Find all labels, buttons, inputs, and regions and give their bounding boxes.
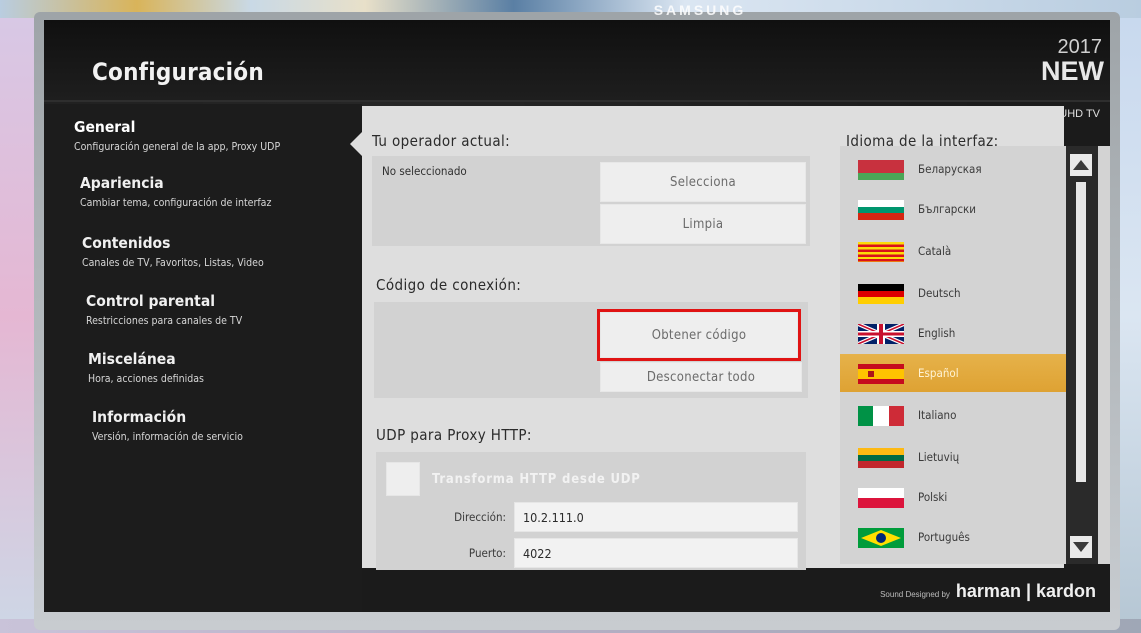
- language-label: Deutsch: [918, 286, 961, 300]
- scrollbar-thumb[interactable]: [1076, 182, 1086, 482]
- arrow-down-icon: [1073, 542, 1089, 552]
- language-label: Português: [918, 530, 970, 544]
- sidebar-item-label: Información: [92, 408, 187, 426]
- sidebar-item-contenidos[interactable]: Contenidos Canales de TV, Favoritos, Lis…: [82, 234, 264, 269]
- sidebar-item-desc: Hora, acciones definidas: [88, 373, 204, 385]
- transform-http-label: Transforma HTTP desde UDP: [432, 472, 641, 487]
- language-item-polish[interactable]: Polski: [840, 478, 1066, 516]
- scroll-up-button[interactable]: [1070, 154, 1092, 176]
- arrow-up-icon: [1073, 160, 1089, 170]
- operator-status: No seleccionado: [382, 164, 467, 178]
- language-label: Català: [918, 244, 952, 258]
- address-label: Dirección:: [454, 510, 506, 524]
- badge-uhd: UHD TV: [1059, 108, 1100, 120]
- operator-section-title: Tu operador actual:: [372, 132, 511, 150]
- language-label: Italiano: [918, 408, 957, 422]
- sidebar-item-informacion[interactable]: Información Versión, información de serv…: [92, 408, 243, 443]
- sidebar-item-general[interactable]: General Configuración general de la app,…: [74, 118, 280, 153]
- connection-section-title: Código de conexión:: [376, 276, 522, 294]
- brand-footer: Sound Designed by harman | kardon: [880, 581, 1096, 602]
- language-item-german[interactable]: Deutsch: [840, 274, 1066, 312]
- sidebar-item-label: Apariencia: [80, 174, 164, 192]
- sidebar-item-miscelanea[interactable]: Miscelánea Hora, acciones definidas: [88, 350, 204, 385]
- language-label: Беларуская: [918, 162, 982, 176]
- language-item-belarusian[interactable]: Беларуская: [840, 150, 1066, 188]
- language-label: Български: [918, 202, 977, 216]
- sidebar-item-desc: Restricciones para canales de TV: [86, 315, 243, 327]
- language-label: Polski: [918, 490, 948, 504]
- language-scrollbar[interactable]: [1066, 146, 1098, 564]
- sidebar: General Configuración general de la app,…: [44, 104, 362, 612]
- scroll-down-button[interactable]: [1070, 536, 1092, 558]
- get-code-button[interactable]: Obtener código: [597, 309, 801, 361]
- language-item-catalan[interactable]: Català: [840, 232, 1066, 270]
- udp-section: Transforma HTTP desde UDP Dirección: 10.…: [376, 452, 806, 570]
- poland-flag-icon: [858, 488, 904, 508]
- brand-footer-small: Sound Designed by: [880, 590, 950, 599]
- transform-http-checkbox[interactable]: [386, 462, 420, 496]
- uk-flag-icon: [858, 324, 904, 344]
- sidebar-item-label: Miscelánea: [88, 350, 176, 368]
- udp-section-title: UDP para Proxy HTTP:: [376, 426, 532, 444]
- address-input[interactable]: 10.2.111.0: [514, 502, 798, 532]
- language-list: Беларуская Български Català Deutsch Engl…: [840, 146, 1110, 564]
- connection-section: Obtener código Desconectar todo: [374, 302, 808, 398]
- belarus-flag-icon: [858, 160, 904, 180]
- brazil-flag-icon: [858, 528, 904, 548]
- disconnect-all-button[interactable]: Desconectar todo: [600, 362, 802, 392]
- operator-section: No seleccionado Selecciona Limpia: [372, 156, 810, 246]
- page-title: Configuración: [92, 58, 264, 86]
- bulgaria-flag-icon: [858, 200, 904, 220]
- language-label: Lietuvių: [918, 450, 960, 464]
- brand-footer-logo: harman | kardon: [955, 581, 1096, 601]
- italy-flag-icon: [858, 406, 904, 426]
- port-label: Puerto:: [468, 546, 506, 560]
- sidebar-item-desc: Versión, información de servicio: [92, 431, 243, 443]
- sidebar-item-control-parental[interactable]: Control parental Restricciones para cana…: [86, 292, 242, 327]
- language-item-spanish[interactable]: Español: [840, 354, 1066, 392]
- language-item-italian[interactable]: Italiano: [840, 396, 1066, 434]
- language-label: English: [918, 326, 956, 340]
- sidebar-item-desc: Canales de TV, Favoritos, Listas, Video: [82, 257, 264, 269]
- catalonia-flag-icon: [858, 242, 904, 262]
- sidebar-item-label: Contenidos: [82, 234, 171, 252]
- sidebar-item-desc: Cambiar tema, configuración de interfaz: [80, 197, 272, 209]
- tv-screen: Configuración 2017 NEW UHD TV General Co…: [44, 20, 1110, 612]
- sidebar-item-label: General: [74, 118, 136, 136]
- spain-flag-icon: [858, 364, 904, 384]
- clear-operator-button[interactable]: Limpia: [600, 204, 806, 244]
- badge-new: NEW: [1041, 56, 1104, 86]
- sidebar-item-label: Control parental: [86, 292, 216, 310]
- app-header: Configuración 2017 NEW: [44, 20, 1110, 102]
- selection-pointer: [350, 132, 362, 156]
- sidebar-item-desc: Configuración general de la app, Proxy U…: [74, 141, 281, 153]
- language-item-english[interactable]: English: [840, 314, 1066, 352]
- language-item-bulgarian[interactable]: Български: [840, 190, 1066, 228]
- language-label: Español: [918, 366, 959, 380]
- lithuania-flag-icon: [858, 448, 904, 468]
- select-operator-button[interactable]: Selecciona: [600, 162, 806, 202]
- language-item-lithuanian[interactable]: Lietuvių: [840, 438, 1066, 476]
- language-item-portuguese[interactable]: Português: [840, 518, 1066, 556]
- tv-maker-logo: SAMSUNG: [653, 2, 747, 18]
- germany-flag-icon: [858, 284, 904, 304]
- sidebar-item-apariencia[interactable]: Apariencia Cambiar tema, configuración d…: [80, 174, 271, 209]
- port-input[interactable]: 4022: [514, 538, 798, 568]
